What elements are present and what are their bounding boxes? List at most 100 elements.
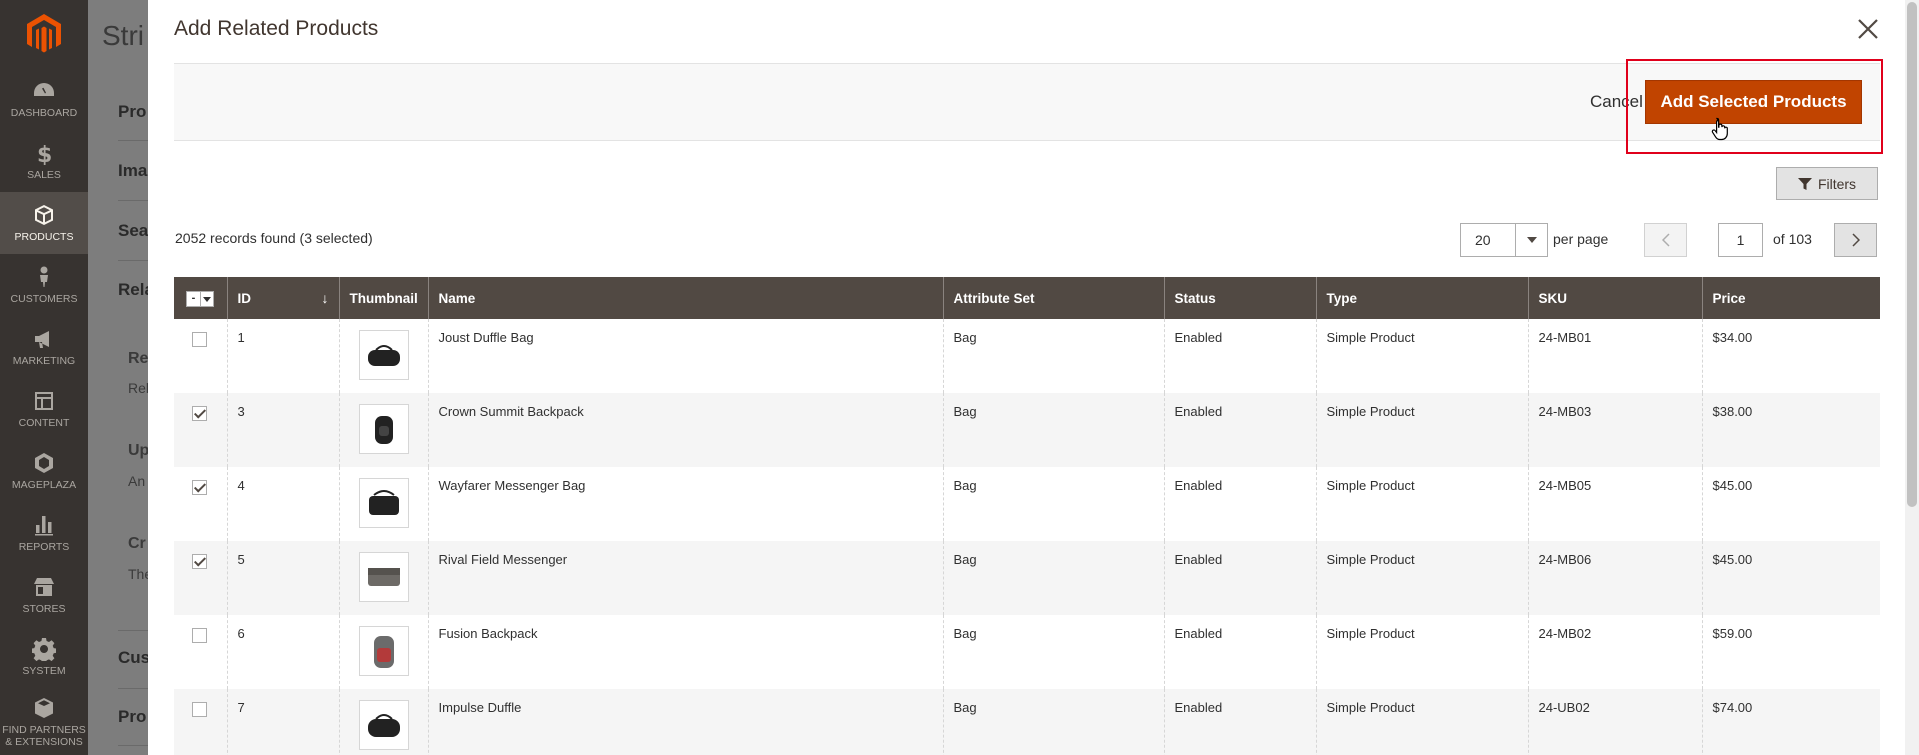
cell-type: Simple Product [1315,467,1528,541]
cell-sku: 24-MB02 [1527,615,1702,689]
scrollbar-thumb[interactable] [1907,2,1917,507]
chevron-left-icon [1661,233,1670,247]
row-checkbox[interactable] [192,554,207,569]
cell-name: Joust Duffle Bag [427,319,943,393]
megaphone-icon [35,330,49,348]
bar-chart-icon [35,515,53,536]
nav-products[interactable]: PRODUCTS [0,192,88,254]
table-row[interactable]: 1 Joust Duffle Bag Bag Enabled Simple Pr… [174,319,1880,393]
hexagon-icon [35,452,53,473]
divider [118,260,148,261]
modal-title: Add Related Products [174,17,379,40]
cube-icon [35,204,53,225]
cell-attribute-set: Bag [942,467,1164,541]
nav-label: DASHBOARD [10,106,78,119]
divider [118,200,148,201]
cell-type: Simple Product [1315,393,1528,467]
column-label: Name [438,290,476,306]
cell-name: Crown Summit Backpack [427,393,943,467]
subsection-title: Cr [128,535,146,552]
cell-price: $74.00 [1701,689,1880,755]
nav-find-partners[interactable]: FIND PARTNERS & EXTENSIONS [0,688,88,755]
column-header-price[interactable]: Price [1701,277,1880,319]
cell-sku: 24-UB02 [1527,689,1702,755]
cell-attribute-set: Bag [942,615,1164,689]
nav-label: SALES [27,168,61,181]
column-header-attribute-set[interactable]: Attribute Set [942,277,1164,319]
table-row[interactable]: 5 Rival Field Messenger Bag Enabled Simp… [174,541,1880,615]
column-header-sku[interactable]: SKU [1527,277,1702,319]
per-page-label: per page [1553,231,1609,247]
filters-button[interactable]: Filters [1776,167,1878,200]
cell-price: $38.00 [1701,393,1880,467]
nav-stores[interactable]: STORES [0,564,88,626]
cell-sku: 24-MB05 [1527,467,1702,541]
subsection-title: Re [128,350,148,367]
mass-select-control[interactable]: - [186,291,214,307]
cell-sku: 24-MB06 [1527,541,1702,615]
page-number-input[interactable]: 1 [1718,223,1763,257]
modal-action-bar: Cancel [174,63,1880,141]
nav-label: FIND PARTNERS & EXTENSIONS [2,724,86,748]
cell-id: 4 [226,467,339,541]
nav-customers[interactable]: CUSTOMERS [0,254,88,316]
per-page-select[interactable]: 20 [1460,223,1548,257]
previous-page-button[interactable] [1644,223,1687,257]
nav-label: MAGEPLAZA [11,478,77,491]
column-header-status[interactable]: Status [1163,277,1316,319]
table-row[interactable]: 4 Wayfarer Messenger Bag Bag Enabled Sim… [174,467,1880,541]
dollar-icon: $ [37,143,52,165]
close-button[interactable] [1853,14,1883,44]
nav-label: MARKETING [12,354,76,367]
cell-type: Simple Product [1315,319,1528,393]
mass-select-checkbox[interactable]: - [187,292,201,306]
per-page-value: 20 [1475,232,1491,248]
cell-attribute-set: Bag [942,689,1164,755]
cell-sku: 24-MB03 [1527,393,1702,467]
cell-attribute-set: Bag [942,393,1164,467]
cell-attribute-set: Bag [942,541,1164,615]
divider [118,688,148,689]
column-label: Type [1326,290,1358,306]
nav-label: SYSTEM [22,664,66,677]
per-page-toggle[interactable] [1515,224,1547,256]
nav-reports[interactable]: REPORTS [0,502,88,564]
grid-header-row: - ID ↓ Thumbnail Name Attribute Set Statu… [174,277,1880,319]
column-header-type[interactable]: Type [1315,277,1528,319]
cell-status: Enabled [1163,393,1316,467]
backpack-icon [374,416,393,444]
next-page-button[interactable] [1834,223,1877,257]
table-row[interactable]: 3 Crown Summit Backpack Bag Enabled Simp… [174,393,1880,467]
cell-status: Enabled [1163,319,1316,393]
nav-label: REPORTS [18,540,70,553]
nav-dashboard[interactable]: DASHBOARD [0,68,88,130]
page-total: of 103 [1773,231,1812,247]
cell-id: 3 [226,393,339,467]
nav-content[interactable]: CONTENT [0,378,88,440]
magento-logo[interactable] [0,0,88,68]
add-selected-products-button[interactable]: Add Selected Products [1645,80,1862,124]
cell-id: 5 [226,541,339,615]
subsection-text: Rel [128,380,148,396]
row-checkbox[interactable] [192,332,207,347]
section-label: Pro [118,707,147,726]
table-row[interactable]: 6 Fusion Backpack Bag Enabled Simple Pro… [174,615,1880,689]
column-header-id[interactable]: ID ↓ [226,277,339,319]
layout-icon [35,391,53,410]
nav-system[interactable]: SYSTEM [0,626,88,688]
row-checkbox[interactable] [192,628,207,643]
subsection-text: An [128,473,146,489]
nav-sales[interactable]: $ SALES [0,130,88,192]
nav-marketing[interactable]: MARKETING [0,316,88,378]
row-checkbox[interactable] [192,702,207,717]
mass-select-toggle[interactable] [201,292,213,306]
row-checkbox[interactable] [192,480,207,495]
nav-mageplaza[interactable]: MAGEPLAZA [0,440,88,502]
column-header-name[interactable]: Name [427,277,943,319]
modal-scrollbar[interactable] [1905,0,1919,755]
table-row[interactable]: 7 Impulse Duffle Bag Enabled Simple Prod… [174,689,1880,755]
row-checkbox[interactable] [192,406,207,421]
cell-name: Impulse Duffle [427,689,943,755]
section-label: Cus [118,648,148,667]
svg-text:$: $ [37,143,52,165]
